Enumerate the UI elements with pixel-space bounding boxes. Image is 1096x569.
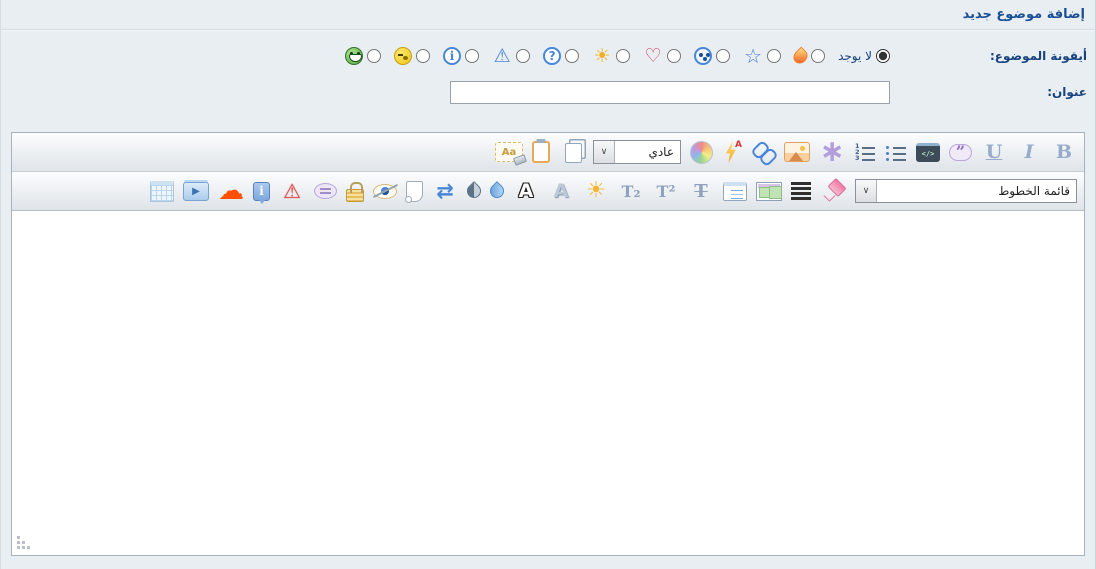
topic-icon-radio-info[interactable] xyxy=(465,49,479,63)
topic-icon-option-warning[interactable] xyxy=(492,46,530,66)
question-icon xyxy=(543,47,561,65)
topic-icon-radio-grin-face[interactable] xyxy=(367,49,381,63)
info-tooltip-icon[interactable] xyxy=(253,182,270,201)
topic-icon-option-question[interactable] xyxy=(543,47,579,65)
glow-icon[interactable] xyxy=(583,178,609,204)
topic-icon-options: لا يوجد xyxy=(9,46,975,66)
topic-icon-option-eek-face[interactable] xyxy=(694,47,730,65)
hide-content-icon[interactable] xyxy=(373,184,397,199)
editor-content[interactable] xyxy=(12,211,1084,555)
unordered-list-icon[interactable] xyxy=(885,143,907,161)
window-panel-icon[interactable] xyxy=(723,182,747,201)
soundcloud-icon[interactable] xyxy=(218,178,244,204)
bold-icon[interactable] xyxy=(1051,139,1077,165)
page-title: إضافة موضوع جديد xyxy=(963,7,1085,22)
flame-icon xyxy=(791,46,811,66)
add-topic-page: إضافة موضوع جديد أيقونة الموضوع: لا يوجد… xyxy=(1,0,1095,569)
color-wheel-icon[interactable] xyxy=(690,141,713,164)
speech-bubble-icon[interactable] xyxy=(314,183,337,199)
topic-icon-radio-wink-face[interactable] xyxy=(416,49,430,63)
eek-face-icon xyxy=(694,47,712,65)
table-grid-icon[interactable] xyxy=(150,181,174,202)
droplet-icon[interactable] xyxy=(487,181,507,201)
topic-icon-row: أيقونة الموضوع: لا يوجد xyxy=(9,38,1087,74)
toolbar-row-2: قائمة الخطوط ∨ xyxy=(12,172,1084,211)
paragraph-style-value: عادي xyxy=(615,145,680,159)
lock-icon[interactable] xyxy=(346,189,364,202)
video-icon[interactable] xyxy=(183,182,209,201)
table-layout-icon[interactable] xyxy=(756,182,782,201)
ordered-list-icon[interactable] xyxy=(854,143,876,161)
title-input[interactable] xyxy=(450,81,890,104)
outline-text-icon[interactable] xyxy=(513,178,539,204)
title-field-wrap xyxy=(9,81,975,104)
topic-icon-label: أيقونة الموضوع: xyxy=(975,49,1087,63)
warning-icon xyxy=(492,46,512,66)
superscript-icon[interactable] xyxy=(653,178,679,204)
heart-icon xyxy=(643,46,663,66)
topic-icon-none-label: لا يوجد xyxy=(838,49,872,63)
rich-text-editor: عادي ∨ قائمة الخطوط ∨ xyxy=(11,132,1085,556)
topic-icon-radio-heart[interactable] xyxy=(667,49,681,63)
highlighter-icon[interactable] xyxy=(820,178,846,204)
topic-icon-option-grin-face[interactable] xyxy=(345,47,381,65)
resize-handle[interactable] xyxy=(17,535,31,549)
italic-icon[interactable] xyxy=(1016,139,1042,165)
topic-form: أيقونة الموضوع: لا يوجد عنوان: xyxy=(1,30,1095,110)
wink-face-icon xyxy=(394,47,412,65)
justify-icon[interactable] xyxy=(791,181,811,201)
font-list-select[interactable]: قائمة الخطوط ∨ xyxy=(855,179,1077,203)
topic-icon-radio-eek-face[interactable] xyxy=(716,49,730,63)
page-scroll-icon[interactable] xyxy=(406,181,423,202)
topic-icon-radio-question[interactable] xyxy=(565,49,579,63)
remove-format-icon[interactable] xyxy=(495,142,523,162)
quick-reply-lightning-icon[interactable] xyxy=(722,140,742,164)
topic-icon-option-wink-face[interactable] xyxy=(394,47,430,65)
subscript-icon[interactable] xyxy=(618,178,644,204)
font-list-value: قائمة الخطوط xyxy=(877,184,1076,198)
alert-icon[interactable] xyxy=(279,178,305,204)
topic-icon-radio-flame[interactable] xyxy=(811,49,825,63)
topic-icon-option-lightbulb[interactable] xyxy=(592,46,630,66)
topic-icon-option-heart[interactable] xyxy=(643,46,681,66)
topic-icon-option-flame[interactable] xyxy=(794,49,825,64)
contrast-droplet-icon[interactable] xyxy=(464,181,484,201)
code-icon[interactable] xyxy=(916,143,940,162)
toolbar-row-1: عادي ∨ xyxy=(12,133,1084,172)
title-label: عنوان: xyxy=(975,85,1087,99)
grin-face-icon xyxy=(345,47,363,65)
quote-icon[interactable] xyxy=(949,144,972,161)
direction-swap-icon[interactable] xyxy=(432,178,458,204)
chevron-down-icon: ∨ xyxy=(594,141,615,163)
underline-icon[interactable] xyxy=(981,139,1007,165)
topic-icon-option-none[interactable]: لا يوجد xyxy=(838,49,890,63)
topic-icon-radio-lightbulb[interactable] xyxy=(616,49,630,63)
topic-icon-option-info[interactable] xyxy=(443,47,479,65)
info-icon xyxy=(443,47,461,65)
image-icon[interactable] xyxy=(784,142,810,162)
asterisk-icon[interactable] xyxy=(819,139,845,165)
paragraph-style-select[interactable]: عادي ∨ xyxy=(593,140,681,164)
copy-icon[interactable] xyxy=(565,143,582,163)
chevron-down-icon: ∨ xyxy=(856,180,877,202)
topic-icon-radio-warning[interactable] xyxy=(516,49,530,63)
shadow-text-icon[interactable] xyxy=(548,178,574,204)
strikethrough-icon[interactable] xyxy=(688,178,714,204)
topic-icon-radio-star[interactable] xyxy=(767,49,781,63)
star-icon xyxy=(743,46,763,66)
title-row: عنوان: xyxy=(9,74,1087,110)
topic-icon-radio-none[interactable] xyxy=(876,49,890,63)
topic-icon-option-star[interactable] xyxy=(743,46,781,66)
lightbulb-icon xyxy=(592,46,612,66)
page-header: إضافة موضوع جديد xyxy=(1,0,1095,30)
link-icon[interactable] xyxy=(751,141,775,163)
paste-icon[interactable] xyxy=(532,141,550,163)
